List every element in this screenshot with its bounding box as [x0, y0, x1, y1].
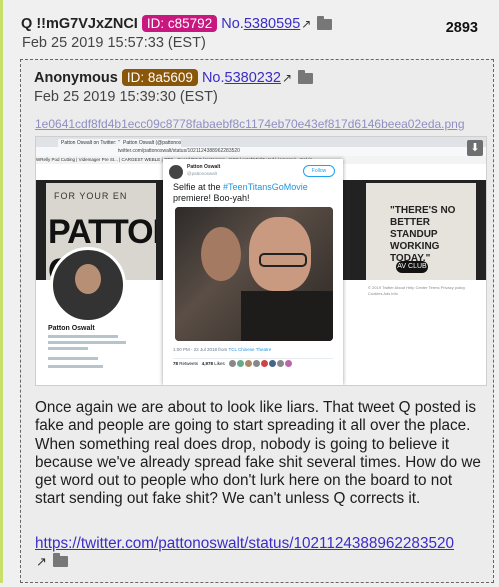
- browser-tab: Patton Oswalt (@pattonoswalt): [120, 139, 181, 147]
- folder-icon[interactable]: [52, 553, 68, 568]
- address-bar: twitter.com/pattonoswalt/status/10211243…: [36, 147, 486, 156]
- folder-icon[interactable]: [317, 15, 333, 30]
- download-icon[interactable]: ⬇: [467, 140, 483, 156]
- quoted-header: Anonymous ID: 8a5609 No.5380232↗: [34, 69, 314, 86]
- folder-icon[interactable]: [298, 69, 314, 84]
- tweet-author: Patton Oswalt: [187, 164, 221, 170]
- banner-poster-right: "THERE'S NO BETTER STANDUP WORKING TODAY…: [366, 183, 476, 280]
- quoted-post-body: Once again we are about to look like lia…: [35, 399, 481, 508]
- poster-id-badge[interactable]: ID: c85792: [141, 15, 218, 32]
- quoted-id-badge[interactable]: ID: 8a5609: [121, 69, 198, 86]
- follow-button: Follow: [303, 165, 335, 177]
- browser-tab: Patton Oswalt on Twitter: "Selfie...: [58, 139, 121, 147]
- profile-name: Patton Oswalt: [48, 325, 95, 332]
- tweet-text: Selfie at the #TeenTitansGoMovie premier…: [173, 182, 308, 203]
- tweet-avatar: [169, 165, 183, 179]
- tweet-modal: Patton Oswalt @pattonoswalt Follow Selfi…: [163, 159, 343, 385]
- quoted-post: Anonymous ID: 8a5609 No.5380232↗ Feb 25 …: [20, 59, 494, 583]
- profile-bio-line: [48, 365, 103, 368]
- profile-bio-line: [48, 347, 88, 350]
- post-container: Q !!mG7VJxZNCI ID: c85792 No.5380595↗ Fe…: [0, 0, 494, 583]
- quoted-date: Feb 25 2019 15:39:30 (EST): [34, 89, 218, 105]
- quoted-post-number[interactable]: No.5380232: [202, 70, 281, 86]
- external-link-icon[interactable]: ↗: [301, 17, 311, 31]
- browser-tabbar: Patton Oswalt on Twitter: "Selfie... Pat…: [36, 137, 486, 147]
- attached-screenshot[interactable]: Patton Oswalt on Twitter: "Selfie... Pat…: [35, 136, 487, 386]
- post-number[interactable]: No.5380595: [221, 16, 300, 32]
- quoted-poster-name: Anonymous: [34, 70, 118, 86]
- external-link-icon[interactable]: ↗: [36, 554, 47, 570]
- tweet-handle: @pattonoswalt: [187, 171, 217, 176]
- poster-tripcode: !!mG7VJxZNCI: [36, 16, 138, 32]
- profile-bio-line: [48, 341, 126, 344]
- twitter-footer: © 2019 Twitter About Help Center Terms P…: [368, 285, 466, 296]
- tweet-meta: 1:00 PM - 22 Jul 2018 from TCL Chinese T…: [173, 347, 272, 352]
- post-header: Q !!mG7VJxZNCI ID: c85792 No.5380595↗: [21, 15, 333, 32]
- twitter-link[interactable]: https://twitter.com/pattonoswalt/status/…: [35, 535, 454, 553]
- tweet-stats: 78 Retweets 4,978 Likes: [173, 358, 333, 369]
- profile-avatar: [50, 247, 126, 323]
- post-count: 2893: [445, 20, 478, 36]
- profile-bio-line: [48, 357, 98, 360]
- post-date: Feb 25 2019 15:57:33 (EST): [22, 35, 206, 51]
- poster-name: Q: [21, 16, 33, 32]
- tweet-photo: [175, 207, 333, 341]
- profile-bio-line: [48, 335, 118, 338]
- external-link-icon[interactable]: ↗: [282, 71, 292, 85]
- link-icons: ↗: [36, 553, 68, 571]
- image-filename-link[interactable]: 1e0641cdf8fd4b1ecc09c8778fabaebf8c1174eb…: [35, 117, 465, 131]
